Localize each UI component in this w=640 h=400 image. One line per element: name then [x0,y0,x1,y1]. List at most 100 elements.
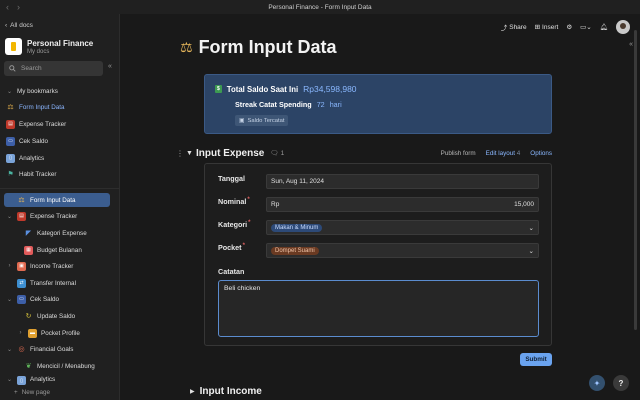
kategori-select[interactable]: Makan & Minum ⌄ [266,220,539,235]
back-icon[interactable]: ‹ [6,2,9,12]
sidebar-item-mencicil[interactable]: ❦ Mencicil / Menabung [4,359,110,373]
sidebar-item-label: Income Tracker [30,262,74,270]
input-income-header[interactable]: ▶ Input Income [190,386,262,397]
sidebar-item-label: Financial Goals [30,345,74,353]
sidebar-item-label: Transfer Internal [30,279,76,287]
tag-icon: ◤ [25,230,32,237]
pocket-label-text: Pocket [218,243,242,252]
workspace-logo [5,38,22,55]
new-page-button[interactable]: + New page [14,389,50,396]
wallet-icon: ▤ [17,211,26,221]
sidebar-item-label: Update Saldo [37,312,76,320]
sidebar-item-form-input-data[interactable]: ⚖ Form Input Data [4,193,110,207]
sidebar-item-expense-tracker[interactable]: ⌄ ▤ Expense Tracker [4,209,110,223]
chevron-right-icon[interactable]: › [17,330,24,336]
chevron-down-icon: ⌄ [528,224,534,232]
saldo-label: Total Saldo Saat Ini [226,84,299,94]
nominal-label: Nominal* [218,197,250,206]
chevron-down-icon[interactable]: ⌄ [6,213,13,220]
edit-layout-button[interactable]: Edit layout 4 [486,150,521,157]
page-title-text: Form Input Data [198,37,337,57]
flag-icon: ⚑ [7,171,14,178]
sidebar-item-label: Mencicil / Menabung [37,362,95,370]
title-bar: ‹ › Personal Finance - Form Input Data [0,0,640,14]
expand-triangle-icon[interactable]: ▶ [190,388,195,395]
bookmark-habit-tracker[interactable]: ⚑ Habit Tracker [4,167,110,181]
bookmark-cek-saldo[interactable]: ▭ Cek Saldo [4,134,110,148]
wallet-icon: ▤ [6,119,15,129]
sidebar-item-label: Pocket Profile [41,329,80,337]
chevron-right-icon[interactable]: › [6,263,13,269]
scrollbar[interactable] [634,30,637,330]
chevron-down-icon: ⌄ [528,247,534,255]
chevron-down-icon[interactable]: ⌄ [6,346,13,353]
comment-count[interactable]: 🗨︎ 1 [270,149,284,158]
collapse-triangle-icon[interactable]: ▼ [186,150,196,157]
ai-assistant-icon[interactable]: ✦ [589,375,605,391]
chevron-down-icon[interactable]: ⌄ [6,376,13,383]
forward-icon[interactable]: › [17,2,20,12]
sidebar-item-pocket-profile[interactable]: › ▬ Pocket Profile [4,326,110,340]
bookmark-form-input-data[interactable]: ⚖ Form Input Data [4,100,110,114]
insert-button[interactable]: ⊞ Insert [534,23,559,32]
scale-icon: ⚖ [180,39,193,55]
sidebar-item-analytics[interactable]: ⌄ ▯ Analytics [4,376,110,385]
sidebar-item-label: Form Input Data [30,196,76,204]
doc-toolbar: ⤴ Share ⊞ Insert ⚙ ▭⌄ 🔔︎ [501,20,630,34]
sidebar: ‹ All docs Personal Finance My docs Sear… [0,14,120,400]
document-icon: ▯ [6,153,15,163]
share-icon: ⤴ [500,25,508,32]
streak-label: Streak Catat Spending [235,100,312,109]
search-placeholder: Search [21,65,42,72]
avatar[interactable] [616,20,630,34]
sidebar-item-cek-saldo[interactable]: ⌄ ▭ Cek Saldo [4,292,110,306]
calendar-icon: ▦ [24,245,33,255]
sidebar-item-kategori-expense[interactable]: ◤ Kategori Expense [4,226,110,240]
sidebar-item-label: Expense Tracker [30,212,78,220]
bell-icon[interactable]: 🔔︎ [600,23,608,31]
pocket-select[interactable]: Dompet Suami ⌄ [266,243,539,258]
sidebar-item-budget-bulanan[interactable]: ▦ Budget Bulanan [4,243,110,257]
share-button[interactable]: ⤴ Share [500,22,527,33]
section2-title: Input Income [199,386,262,397]
tanggal-value: Sun, Aug 11, 2024 [271,178,325,185]
money-icon: $ [215,85,222,93]
workspace-header[interactable]: Personal Finance My docs [5,38,93,55]
bookmark-expense-tracker[interactable]: ▤ Expense Tracker [4,117,110,131]
workspace-sub: My docs [27,48,50,55]
tanggal-field[interactable]: Sun, Aug 11, 2024 [266,174,539,189]
share-label: Share [509,23,527,31]
catatan-label: Catatan [218,267,244,276]
window-title: Personal Finance - Form Input Data [268,3,372,11]
publish-form-button[interactable]: Publish form [441,150,476,157]
options-button[interactable]: Options [530,150,552,157]
saldo-tercatat-chip[interactable]: ▣ Saldo Tercatat [235,115,289,126]
sidebar-divider [0,188,120,189]
sidebar-item-update-saldo[interactable]: ↻ Update Saldo [4,309,110,323]
comment-icon[interactable]: ▭⌄ [580,23,592,31]
sidebar-item-income-tracker[interactable]: › ▣ Income Tracker [4,259,110,273]
submit-button[interactable]: Submit [520,353,552,366]
catatan-textarea[interactable]: Beli chicken [218,280,539,337]
drag-handle-icon[interactable]: ⋮ [176,149,186,158]
chip-label: Saldo Tercatat [247,117,285,124]
sidebar-item-financial-goals[interactable]: ⌄ ◎ Financial Goals [4,342,110,356]
sidebar-item-transfer-internal[interactable]: ⇄ Transfer Internal [4,276,110,290]
search-input[interactable]: Search [4,61,103,76]
collapse-right-panel-icon[interactable]: « [629,41,633,48]
help-icon[interactable]: ? [613,375,629,391]
insert-icon: ⊞ [534,24,541,31]
bookmarks-header[interactable]: ⌄ My bookmarks [4,84,110,98]
sidebar-item-label: Cek Saldo [30,295,60,303]
transfer-icon: ⇄ [17,278,26,288]
collapse-sidebar-icon[interactable]: « [108,63,112,70]
gear-icon[interactable]: ⚙ [566,23,572,31]
folder-icon: ▬ [28,328,37,338]
kategori-label: Kategori* [218,220,251,229]
all-docs-link[interactable]: ‹ All docs [5,22,33,29]
chevron-down-icon[interactable]: ⌄ [6,296,13,303]
nominal-field[interactable]: Rp 15,000 [266,197,539,212]
streak-unit: hari [329,100,342,109]
bookmark-analytics[interactable]: ▯ Analytics [4,151,110,165]
catatan-label-text: Catatan [218,267,245,276]
